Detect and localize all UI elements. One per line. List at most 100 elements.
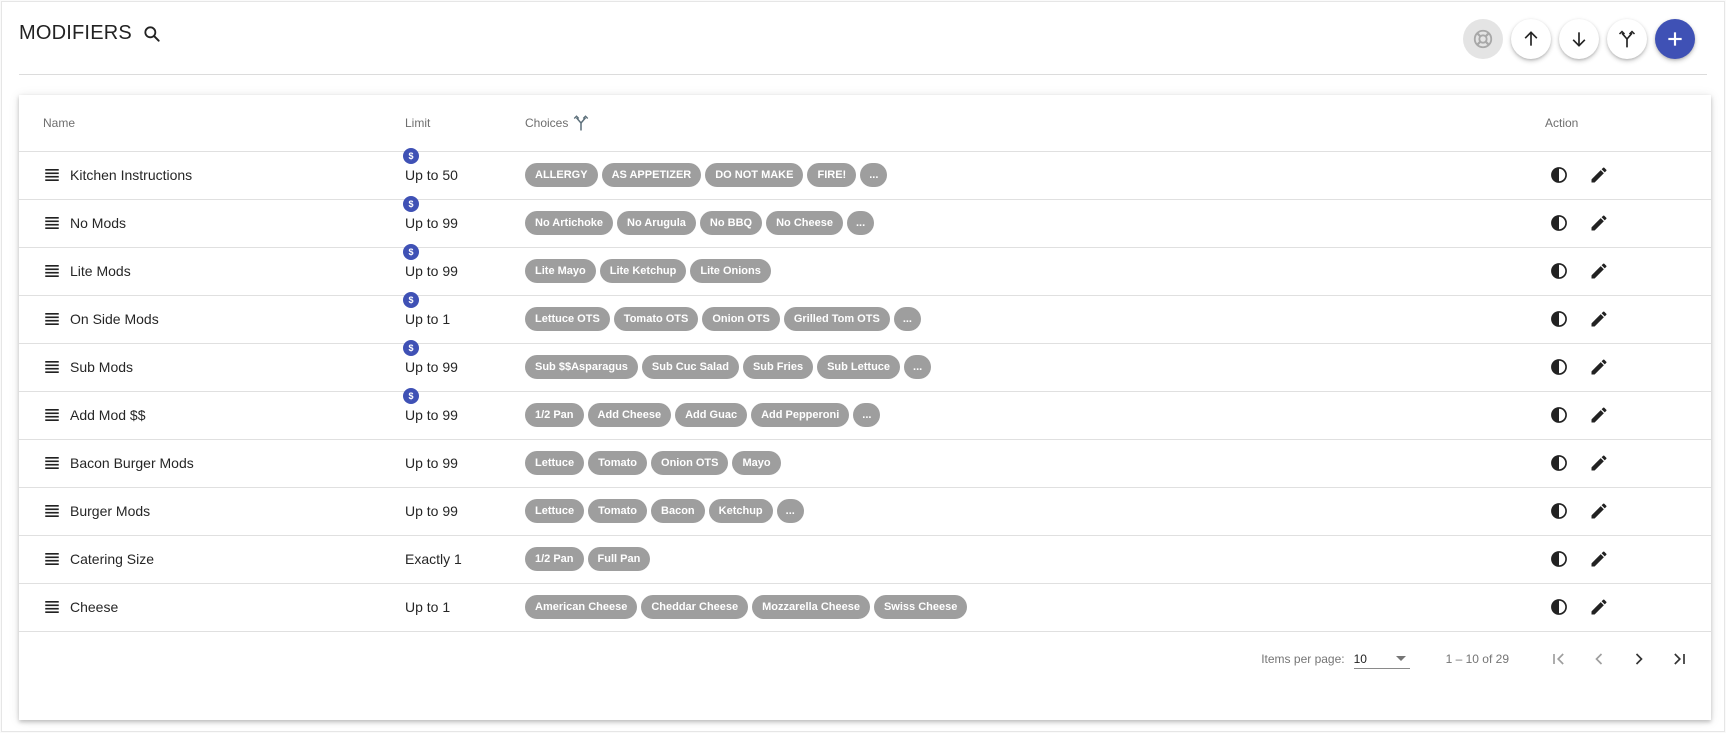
- drag-handle-icon[interactable]: [43, 166, 61, 184]
- move-up-button[interactable]: [1511, 19, 1551, 59]
- drag-handle-icon[interactable]: [43, 358, 61, 376]
- choice-chip[interactable]: No Arugula: [617, 211, 696, 235]
- edit-icon[interactable]: [1589, 261, 1609, 281]
- contrast-icon[interactable]: [1549, 309, 1569, 329]
- contrast-icon[interactable]: [1549, 165, 1569, 185]
- choice-chip[interactable]: Lite Mayo: [525, 259, 596, 283]
- choice-chip[interactable]: Lite Onions: [690, 259, 771, 283]
- more-choices-chip[interactable]: ...: [904, 355, 932, 379]
- choice-chip[interactable]: Mayo: [732, 451, 781, 475]
- choice-chip[interactable]: Sub Fries: [742, 355, 814, 379]
- edit-icon[interactable]: [1589, 597, 1609, 617]
- move-down-button[interactable]: [1559, 19, 1599, 59]
- edit-icon[interactable]: [1589, 357, 1609, 377]
- name-cell: Bacon Burger Mods: [19, 439, 405, 488]
- contrast-icon[interactable]: [1549, 549, 1569, 569]
- choice-chip[interactable]: Sub Lettuce: [817, 355, 901, 379]
- choice-chip[interactable]: Grilled Tom OTS: [783, 307, 890, 331]
- choice-chip[interactable]: Lettuce: [525, 499, 585, 523]
- column-header-choices[interactable]: Choices: [525, 95, 1545, 152]
- add-modifier-button[interactable]: [1655, 19, 1695, 59]
- drag-handle-icon[interactable]: [43, 214, 61, 232]
- table-row[interactable]: Burger Mods Up to 99 Lettuce Tomato Bacon K…: [19, 487, 1711, 536]
- choice-chip[interactable]: FIRE!: [807, 163, 857, 187]
- choice-chip[interactable]: Add Pepperoni: [751, 403, 850, 427]
- merge-button[interactable]: [1607, 19, 1647, 59]
- support-button[interactable]: [1463, 19, 1503, 59]
- choice-chip[interactable]: Add Cheese: [587, 403, 672, 427]
- drag-handle-icon[interactable]: [43, 310, 61, 328]
- contrast-icon[interactable]: [1549, 453, 1569, 473]
- drag-handle-icon[interactable]: [43, 550, 61, 568]
- edit-icon[interactable]: [1589, 501, 1609, 521]
- edit-icon[interactable]: [1589, 453, 1609, 473]
- search-icon[interactable]: [142, 24, 162, 44]
- drag-handle-icon[interactable]: [43, 598, 61, 616]
- choice-chip[interactable]: 1/2 Pan: [525, 547, 584, 571]
- table-row[interactable]: Kitchen Instructions $ Up to 50 ALLERGY A…: [19, 148, 1711, 200]
- choice-chip[interactable]: Ketchup: [708, 499, 773, 523]
- more-choices-chip[interactable]: ...: [846, 211, 875, 235]
- choices-cell: 1/2 Pan Add Cheese Add Guac Add Pepperoni..…: [525, 391, 1545, 440]
- choice-chip[interactable]: Cheddar Cheese: [641, 595, 749, 619]
- drag-handle-icon[interactable]: [43, 406, 61, 424]
- choice-chip[interactable]: Lite Ketchup: [599, 259, 687, 283]
- last-page-button[interactable]: [1659, 639, 1699, 679]
- contrast-icon[interactable]: [1549, 501, 1569, 521]
- choice-chip[interactable]: Onion OTS: [702, 307, 780, 331]
- drag-handle-icon[interactable]: [43, 502, 61, 520]
- contrast-icon[interactable]: [1549, 597, 1569, 617]
- choice-chip[interactable]: Lettuce: [525, 451, 585, 475]
- edit-icon[interactable]: [1589, 549, 1609, 569]
- choice-chip[interactable]: Full Pan: [587, 547, 651, 571]
- table-row[interactable]: Bacon Burger Mods Up to 99 Lettuce Tomato…: [19, 439, 1711, 488]
- choice-chip[interactable]: No BBQ: [699, 211, 763, 235]
- edit-icon[interactable]: [1589, 165, 1609, 185]
- more-choices-chip[interactable]: ...: [860, 163, 888, 187]
- merge-icon[interactable]: [572, 113, 590, 133]
- table-row[interactable]: Sub Mods $ Up to 99 Sub $$Asparagus Sub C…: [19, 340, 1711, 392]
- table-row[interactable]: No Mods $ Up to 99 No Artichoke No Arugul…: [19, 196, 1711, 248]
- choice-chip[interactable]: Tomato: [588, 451, 648, 475]
- table-row[interactable]: On Side Mods $ Up to 1 Lettuce OTS Tomato…: [19, 292, 1711, 344]
- column-header-limit[interactable]: Limit: [405, 95, 525, 152]
- more-choices-chip[interactable]: ...: [776, 499, 804, 523]
- edit-icon[interactable]: [1589, 213, 1609, 233]
- table-row[interactable]: Catering Size Exactly 1 1/2 Pan Full Pan: [19, 535, 1711, 584]
- choice-chip[interactable]: ALLERGY: [525, 163, 598, 187]
- choice-chip[interactable]: Swiss Cheese: [873, 595, 968, 619]
- previous-page-button[interactable]: [1579, 639, 1619, 679]
- table-row[interactable]: Cheese Up to 1 American Cheese Cheddar Ch…: [19, 583, 1711, 632]
- next-page-button[interactable]: [1619, 639, 1659, 679]
- choice-chip[interactable]: AS APPETIZER: [601, 163, 702, 187]
- choice-chip[interactable]: Lettuce OTS: [525, 307, 610, 331]
- more-choices-chip[interactable]: ...: [893, 307, 921, 331]
- contrast-icon[interactable]: [1549, 213, 1569, 233]
- column-header-name[interactable]: Name: [19, 95, 405, 152]
- table-row[interactable]: Add Mod $$ $ Up to 99 1/2 Pan Add Cheese A…: [19, 388, 1711, 440]
- choice-chip[interactable]: No Artichoke: [525, 211, 614, 235]
- choice-chip[interactable]: Tomato OTS: [613, 307, 699, 331]
- edit-icon[interactable]: [1589, 405, 1609, 425]
- choice-chip[interactable]: Add Guac: [675, 403, 748, 427]
- contrast-icon[interactable]: [1549, 405, 1569, 425]
- choice-chip[interactable]: No Cheese: [766, 211, 843, 235]
- choice-chip[interactable]: Onion OTS: [651, 451, 729, 475]
- choice-chip[interactable]: Tomato: [588, 499, 648, 523]
- edit-icon[interactable]: [1589, 309, 1609, 329]
- choice-chip[interactable]: 1/2 Pan: [525, 403, 584, 427]
- choice-chip[interactable]: DO NOT MAKE: [705, 163, 804, 187]
- more-choices-chip[interactable]: ...: [853, 403, 881, 427]
- contrast-icon[interactable]: [1549, 261, 1569, 281]
- choice-chip[interactable]: Sub $$Asparagus: [525, 355, 638, 379]
- table-row[interactable]: Lite Mods $ Up to 99 Lite Mayo Lite Ketch…: [19, 244, 1711, 296]
- drag-handle-icon[interactable]: [43, 454, 61, 472]
- choice-chip[interactable]: Bacon: [651, 499, 705, 523]
- choice-chip[interactable]: American Cheese: [525, 595, 638, 619]
- choice-chip[interactable]: Sub Cuc Salad: [641, 355, 739, 379]
- items-per-page-select[interactable]: 10: [1353, 649, 1410, 669]
- choice-chip[interactable]: Mozzarella Cheese: [752, 595, 870, 619]
- contrast-icon[interactable]: [1549, 357, 1569, 377]
- drag-handle-icon[interactable]: [43, 262, 61, 280]
- first-page-button[interactable]: [1539, 639, 1579, 679]
